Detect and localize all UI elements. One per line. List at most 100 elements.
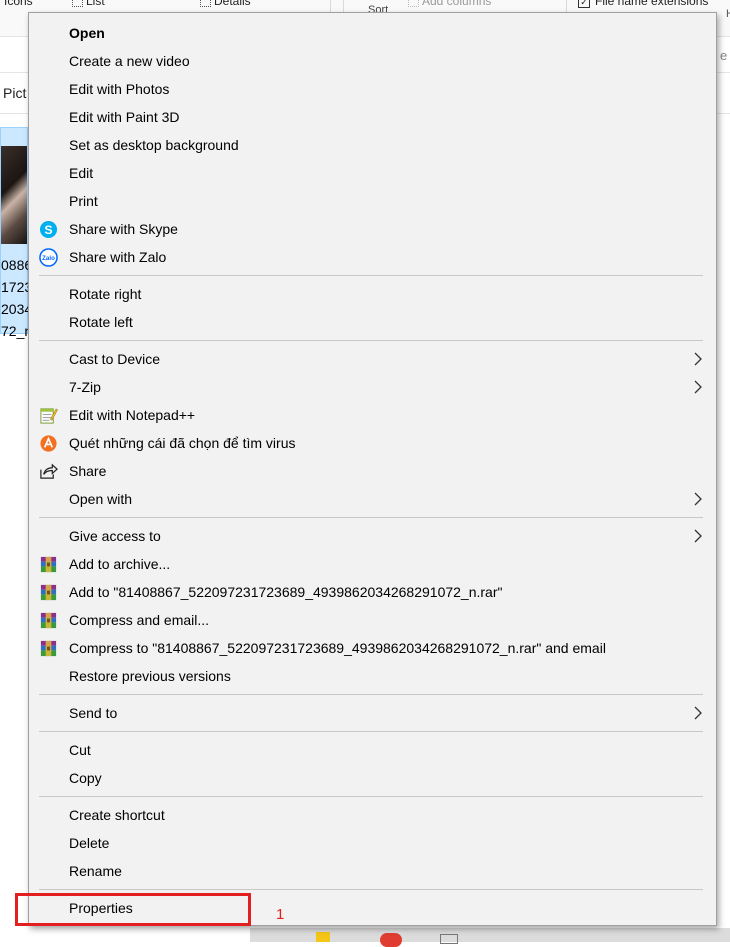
winrar-icon [40,640,57,657]
menu-item-label: Print [69,193,98,209]
checkbox-checked-icon: ✓ [578,0,590,8]
menu-item-create-video[interactable]: Create a new video [29,47,718,75]
menu-separator [39,340,703,341]
winrar-icon [40,612,57,629]
menu-item-label: Edit with Notepad++ [69,407,196,423]
menu-item-edit-photos[interactable]: Edit with Photos [29,75,718,103]
menu-item-label: Compress to "81408867_522097231723689_49… [69,640,606,656]
menu-item-label: Rename [69,863,122,879]
zalo-icon: Zalo [39,248,58,267]
menu-item-add-archive[interactable]: Add to archive... [29,550,718,578]
annotation-step-number: 1 [276,906,285,923]
selected-file-item[interactable]: 08867_ 17236 20342 72_n [0,127,48,339]
layout-list-option[interactable]: List [72,0,105,8]
menu-separator [39,889,703,890]
menu-item-rename[interactable]: Rename [29,857,718,885]
browser-taskbar-icon[interactable] [380,933,402,947]
layout-details-label: Details [214,0,251,8]
menu-item-label: Share [69,463,107,479]
share-icon [40,463,58,479]
annotation-highlight-box [15,893,251,926]
menu-item-label: Rotate left [69,314,133,330]
menu-item-label: Add to archive... [69,556,171,572]
menu-item-compress-email[interactable]: Compress and email... [29,606,718,634]
menu-item-open-with[interactable]: Open with [29,485,718,513]
menu-item-copy[interactable]: Copy [29,764,718,792]
menu-item-label: Give access to [69,528,161,544]
file-thumbnail [1,146,27,244]
winrar-icon [40,584,57,601]
chevron-right-icon [694,492,702,506]
menu-item-label: Restore previous versions [69,668,231,684]
menu-item-give-access[interactable]: Give access to [29,522,718,550]
svg-text:S: S [44,223,52,237]
menu-item-cast-device[interactable]: Cast to Device [29,345,718,373]
taskbar [250,928,730,947]
menu-item-label: Quét những cái đã chọn để tìm virus [69,435,296,451]
menu-item-label: Open with [69,491,133,507]
menu-item-label: Copy [69,770,102,786]
menu-item-share-zalo[interactable]: Zalo Share with Zalo [29,243,718,271]
skype-icon: S [39,220,58,239]
menu-separator [39,796,703,797]
menu-item-delete[interactable]: Delete [29,829,718,857]
menu-item-label: Rotate right [69,286,142,302]
winrar-icon [40,556,57,573]
menu-item-create-shortcut[interactable]: Create shortcut [29,801,718,829]
menu-item-7zip[interactable]: 7-Zip [29,373,718,401]
avast-icon [40,435,57,452]
menu-separator [39,731,703,732]
app-taskbar-icon[interactable] [440,934,458,944]
chevron-right-icon [694,529,702,543]
menu-item-label: Open [69,25,105,41]
menu-item-label: Cast to Device [69,351,161,367]
ribbon-clipped-text: H [726,8,730,20]
context-menu: Open Create a new video Edit with Photos… [28,12,717,926]
menu-item-label: Share with Zalo [69,249,167,265]
menu-separator [39,694,703,695]
layout-icons-option[interactable]: Icons [4,0,33,8]
menu-item-scan-virus[interactable]: Quét những cái đã chọn để tìm virus [29,429,718,457]
menu-item-send-to[interactable]: Send to [29,699,718,727]
chevron-right-icon [694,352,702,366]
menu-item-label: Edit with Paint 3D [69,109,180,125]
menu-item-label: Create a new video [69,53,190,69]
menu-item-restore-versions[interactable]: Restore previous versions [29,662,718,690]
menu-item-edit-paint3d[interactable]: Edit with Paint 3D [29,103,718,131]
menu-item-label: 7-Zip [69,379,101,395]
menu-item-compress-to-rar-email[interactable]: Compress to "81408867_522097231723689_49… [29,634,718,662]
layout-details-option[interactable]: Details [200,0,251,8]
menu-item-rotate-right[interactable]: Rotate right [29,280,718,308]
menu-item-open[interactable]: Open [29,19,718,47]
chevron-right-icon [694,706,702,720]
chevron-right-icon [694,380,702,394]
add-columns-icon [408,0,419,8]
menu-item-edit[interactable]: Edit [29,159,718,187]
menu-item-label: Add to "81408867_522097231723689_4939862… [69,584,503,600]
menu-item-set-background[interactable]: Set as desktop background [29,131,718,159]
list-view-icon [72,0,83,8]
layout-list-label: List [86,0,105,8]
menu-separator [39,517,703,518]
file-name-extensions-label: File name extensions [595,0,709,8]
address-breadcrumb[interactable]: Pict [3,85,26,101]
menu-item-label: Edit [69,165,94,181]
details-view-icon [200,0,211,8]
menu-item-edit-notepadpp[interactable]: Edit with Notepad++ [29,401,718,429]
menu-item-label: Share with Skype [69,221,178,237]
menu-item-share-skype[interactable]: S Share with Skype [29,215,718,243]
menu-item-cut[interactable]: Cut [29,736,718,764]
file-name-extensions-toggle[interactable]: ✓ File name extensions [578,0,708,8]
ribbon-clipped-text: e [720,48,728,63]
file-explorer-taskbar-icon[interactable] [316,932,330,942]
menu-item-label: Set as desktop background [69,137,239,153]
menu-item-add-to-rar[interactable]: Add to "81408867_522097231723689_4939862… [29,578,718,606]
menu-item-share[interactable]: Share [29,457,718,485]
menu-item-label: Compress and email... [69,612,210,628]
menu-item-label: Cut [69,742,91,758]
menu-item-rotate-left[interactable]: Rotate left [29,308,718,336]
add-columns-label: Add columns [422,0,492,8]
menu-item-label: Create shortcut [69,807,165,823]
menu-item-print[interactable]: Print [29,187,718,215]
add-columns-button[interactable]: Add columns [408,0,491,8]
